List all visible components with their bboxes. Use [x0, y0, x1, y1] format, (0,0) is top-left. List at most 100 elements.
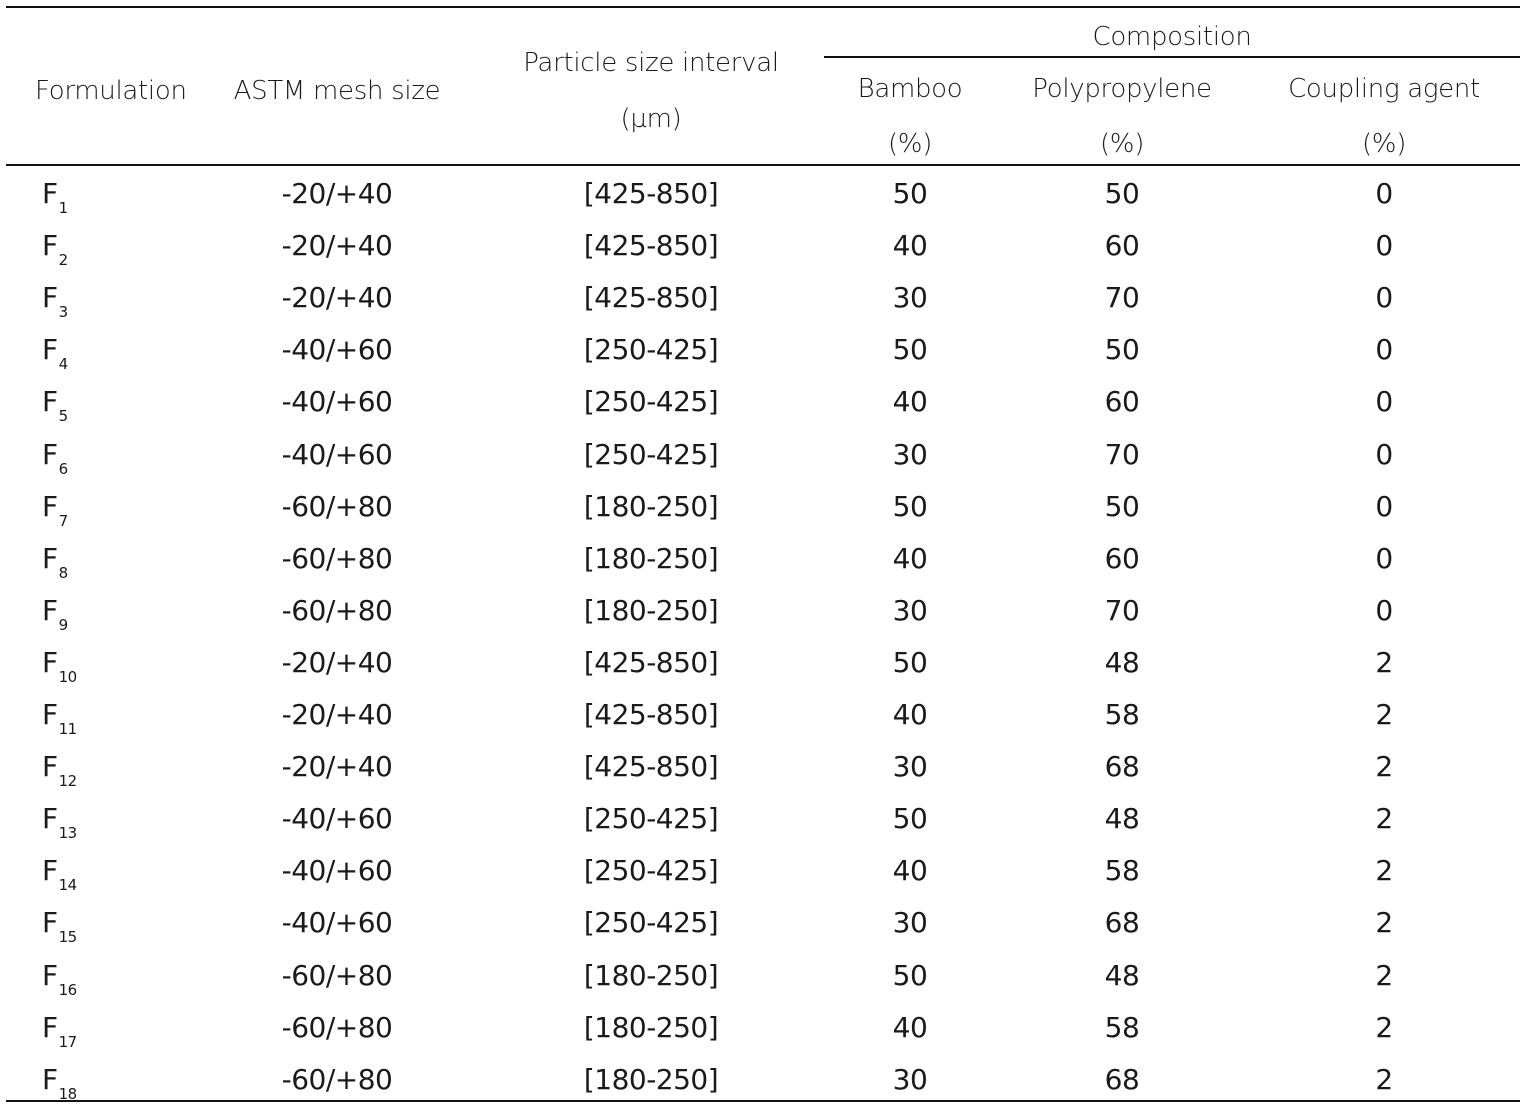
cell-polypropylene: 48: [1104, 645, 1140, 679]
cell-bamboo: 30: [892, 1062, 928, 1096]
cell-astm-mesh: -20/+40: [281, 698, 393, 731]
cell-polypropylene: 50: [1104, 333, 1140, 367]
cell-bamboo: 50: [892, 489, 928, 523]
formulation-letter: F: [42, 333, 58, 367]
formulation-subscript: 8: [58, 563, 69, 582]
table-row: F17 -60/+80 [180-250] 40 58 2: [0, 1010, 1523, 1066]
cell-particle-interval: [250-425]: [583, 906, 719, 940]
cell-polypropylene: 48: [1104, 958, 1140, 992]
cell-bamboo: 50: [892, 333, 928, 367]
cell-particle-interval: [180-250]: [583, 593, 719, 627]
cell-astm-mesh: -20/+40: [281, 645, 393, 679]
table-row: F2 -20/+40 [425-850] 40 60 0: [0, 232, 1523, 284]
cell-coupling-agent: 0: [1375, 281, 1393, 315]
formulation-subscript: 7: [58, 511, 69, 530]
cell-astm-mesh: -20/+40: [281, 281, 393, 315]
cell-polypropylene: 70: [1104, 593, 1140, 627]
cell-formulation: F6: [42, 437, 68, 477]
cell-astm-mesh: -60/+80: [281, 958, 393, 992]
cell-bamboo: 30: [892, 593, 928, 627]
cell-formulation: F7: [42, 492, 69, 530]
table-row: F7 -60/+80 [180-250] 50 50 0: [0, 489, 1523, 545]
cell-particle-interval: [180-250]: [583, 1062, 719, 1096]
cell-formulation: F16: [42, 958, 77, 998]
cell-bamboo: 40: [892, 385, 928, 419]
cell-polypropylene: 58: [1104, 698, 1140, 731]
cell-formulation: F15: [42, 909, 77, 945]
cell-polypropylene: 58: [1104, 854, 1140, 888]
cell-particle-interval: [425-850]: [583, 698, 719, 731]
cell-formulation: F14: [42, 857, 77, 893]
formulation-letter: F: [42, 854, 58, 888]
cell-particle-interval: [425-850]: [583, 750, 719, 784]
cell-formulation: F12: [42, 753, 77, 789]
cell-formulation: F18: [42, 1065, 77, 1102]
formulation-subscript: 2: [58, 251, 69, 270]
table-row: F8 -60/+80 [180-250] 40 60 0: [0, 541, 1523, 597]
cell-polypropylene: 60: [1104, 541, 1140, 575]
formulation-letter: F: [42, 1010, 58, 1044]
formulation-subscript: 12: [58, 772, 78, 791]
cell-formulation: F8: [42, 544, 69, 582]
cell-polypropylene: 50: [1104, 489, 1140, 523]
header-polypropylene: Polypropylene: [1032, 74, 1212, 104]
cell-bamboo: 30: [892, 906, 928, 940]
formulation-subscript: 4: [58, 355, 69, 374]
table-row: F3 -20/+40 [425-850] 30 70 0: [0, 284, 1523, 336]
cell-coupling-agent: 0: [1375, 541, 1393, 575]
formulation-letter: F: [42, 645, 58, 679]
cell-coupling-agent: 0: [1375, 593, 1393, 627]
formulation-letter: F: [42, 385, 58, 419]
cell-astm-mesh: -20/+40: [281, 177, 393, 210]
cell-formulation: F10: [42, 645, 77, 685]
cell-bamboo: 40: [892, 854, 928, 888]
cell-formulation: F3: [42, 284, 68, 320]
header-bamboo: Bamboo: [857, 74, 963, 104]
table-row: F4 -40/+60 [250-425] 50 50 0: [0, 336, 1523, 388]
cell-formulation: F5: [42, 388, 68, 424]
cell-particle-interval: [180-250]: [583, 541, 719, 575]
cell-particle-interval: [425-850]: [583, 177, 719, 210]
cell-particle-interval: [425-850]: [583, 645, 719, 679]
cell-particle-interval: [250-425]: [583, 437, 719, 471]
formulation-letter: F: [42, 906, 58, 940]
cell-bamboo: 30: [892, 281, 928, 315]
table-row: F14 -40/+60 [250-425] 40 58 2: [0, 857, 1523, 909]
cell-particle-interval: [180-250]: [583, 1010, 719, 1044]
cell-astm-mesh: -20/+40: [281, 229, 393, 263]
cell-bamboo: 30: [892, 437, 928, 471]
formulation-subscript: 17: [58, 1032, 78, 1051]
cell-coupling-agent: 2: [1375, 645, 1393, 679]
table-row: F1 -20/+40 [425-850] 50 50 0: [0, 180, 1523, 232]
composition-group-rule: [824, 56, 1520, 58]
cell-coupling-agent: 2: [1375, 854, 1393, 888]
cell-formulation: F13: [42, 805, 77, 841]
cell-polypropylene: 48: [1104, 802, 1140, 836]
cell-polypropylene: 60: [1104, 385, 1140, 419]
cell-particle-interval: [425-850]: [583, 281, 719, 315]
formulation-subscript: 13: [58, 824, 78, 843]
cell-polypropylene: 68: [1104, 1062, 1140, 1096]
cell-bamboo: 50: [892, 802, 928, 836]
cell-astm-mesh: -40/+60: [281, 854, 393, 888]
cell-formulation: F11: [42, 701, 77, 737]
formulation-subscript: 5: [58, 407, 69, 426]
header-composition: Composition: [1092, 22, 1252, 52]
cell-particle-interval: [250-425]: [583, 385, 719, 419]
cell-particle-interval: [250-425]: [583, 802, 719, 836]
formulation-letter: F: [42, 958, 58, 992]
cell-particle-interval: [250-425]: [583, 854, 719, 888]
formulation-subscript: 11: [58, 720, 78, 738]
table-row: F18 -60/+80 [180-250] 30 68 2: [0, 1062, 1523, 1118]
header-particle-size-unit: (µm): [620, 104, 682, 134]
cell-astm-mesh: -40/+60: [281, 906, 393, 940]
cell-astm-mesh: -60/+80: [281, 541, 393, 575]
cell-coupling-agent: 2: [1375, 906, 1393, 940]
cell-coupling-agent: 2: [1375, 1062, 1393, 1096]
cell-bamboo: 40: [892, 541, 928, 575]
cell-polypropylene: 58: [1104, 1010, 1140, 1044]
top-rule: [6, 6, 1520, 8]
formulation-letter: F: [42, 437, 58, 471]
cell-astm-mesh: -60/+80: [281, 1062, 393, 1096]
cell-astm-mesh: -20/+40: [281, 750, 393, 784]
